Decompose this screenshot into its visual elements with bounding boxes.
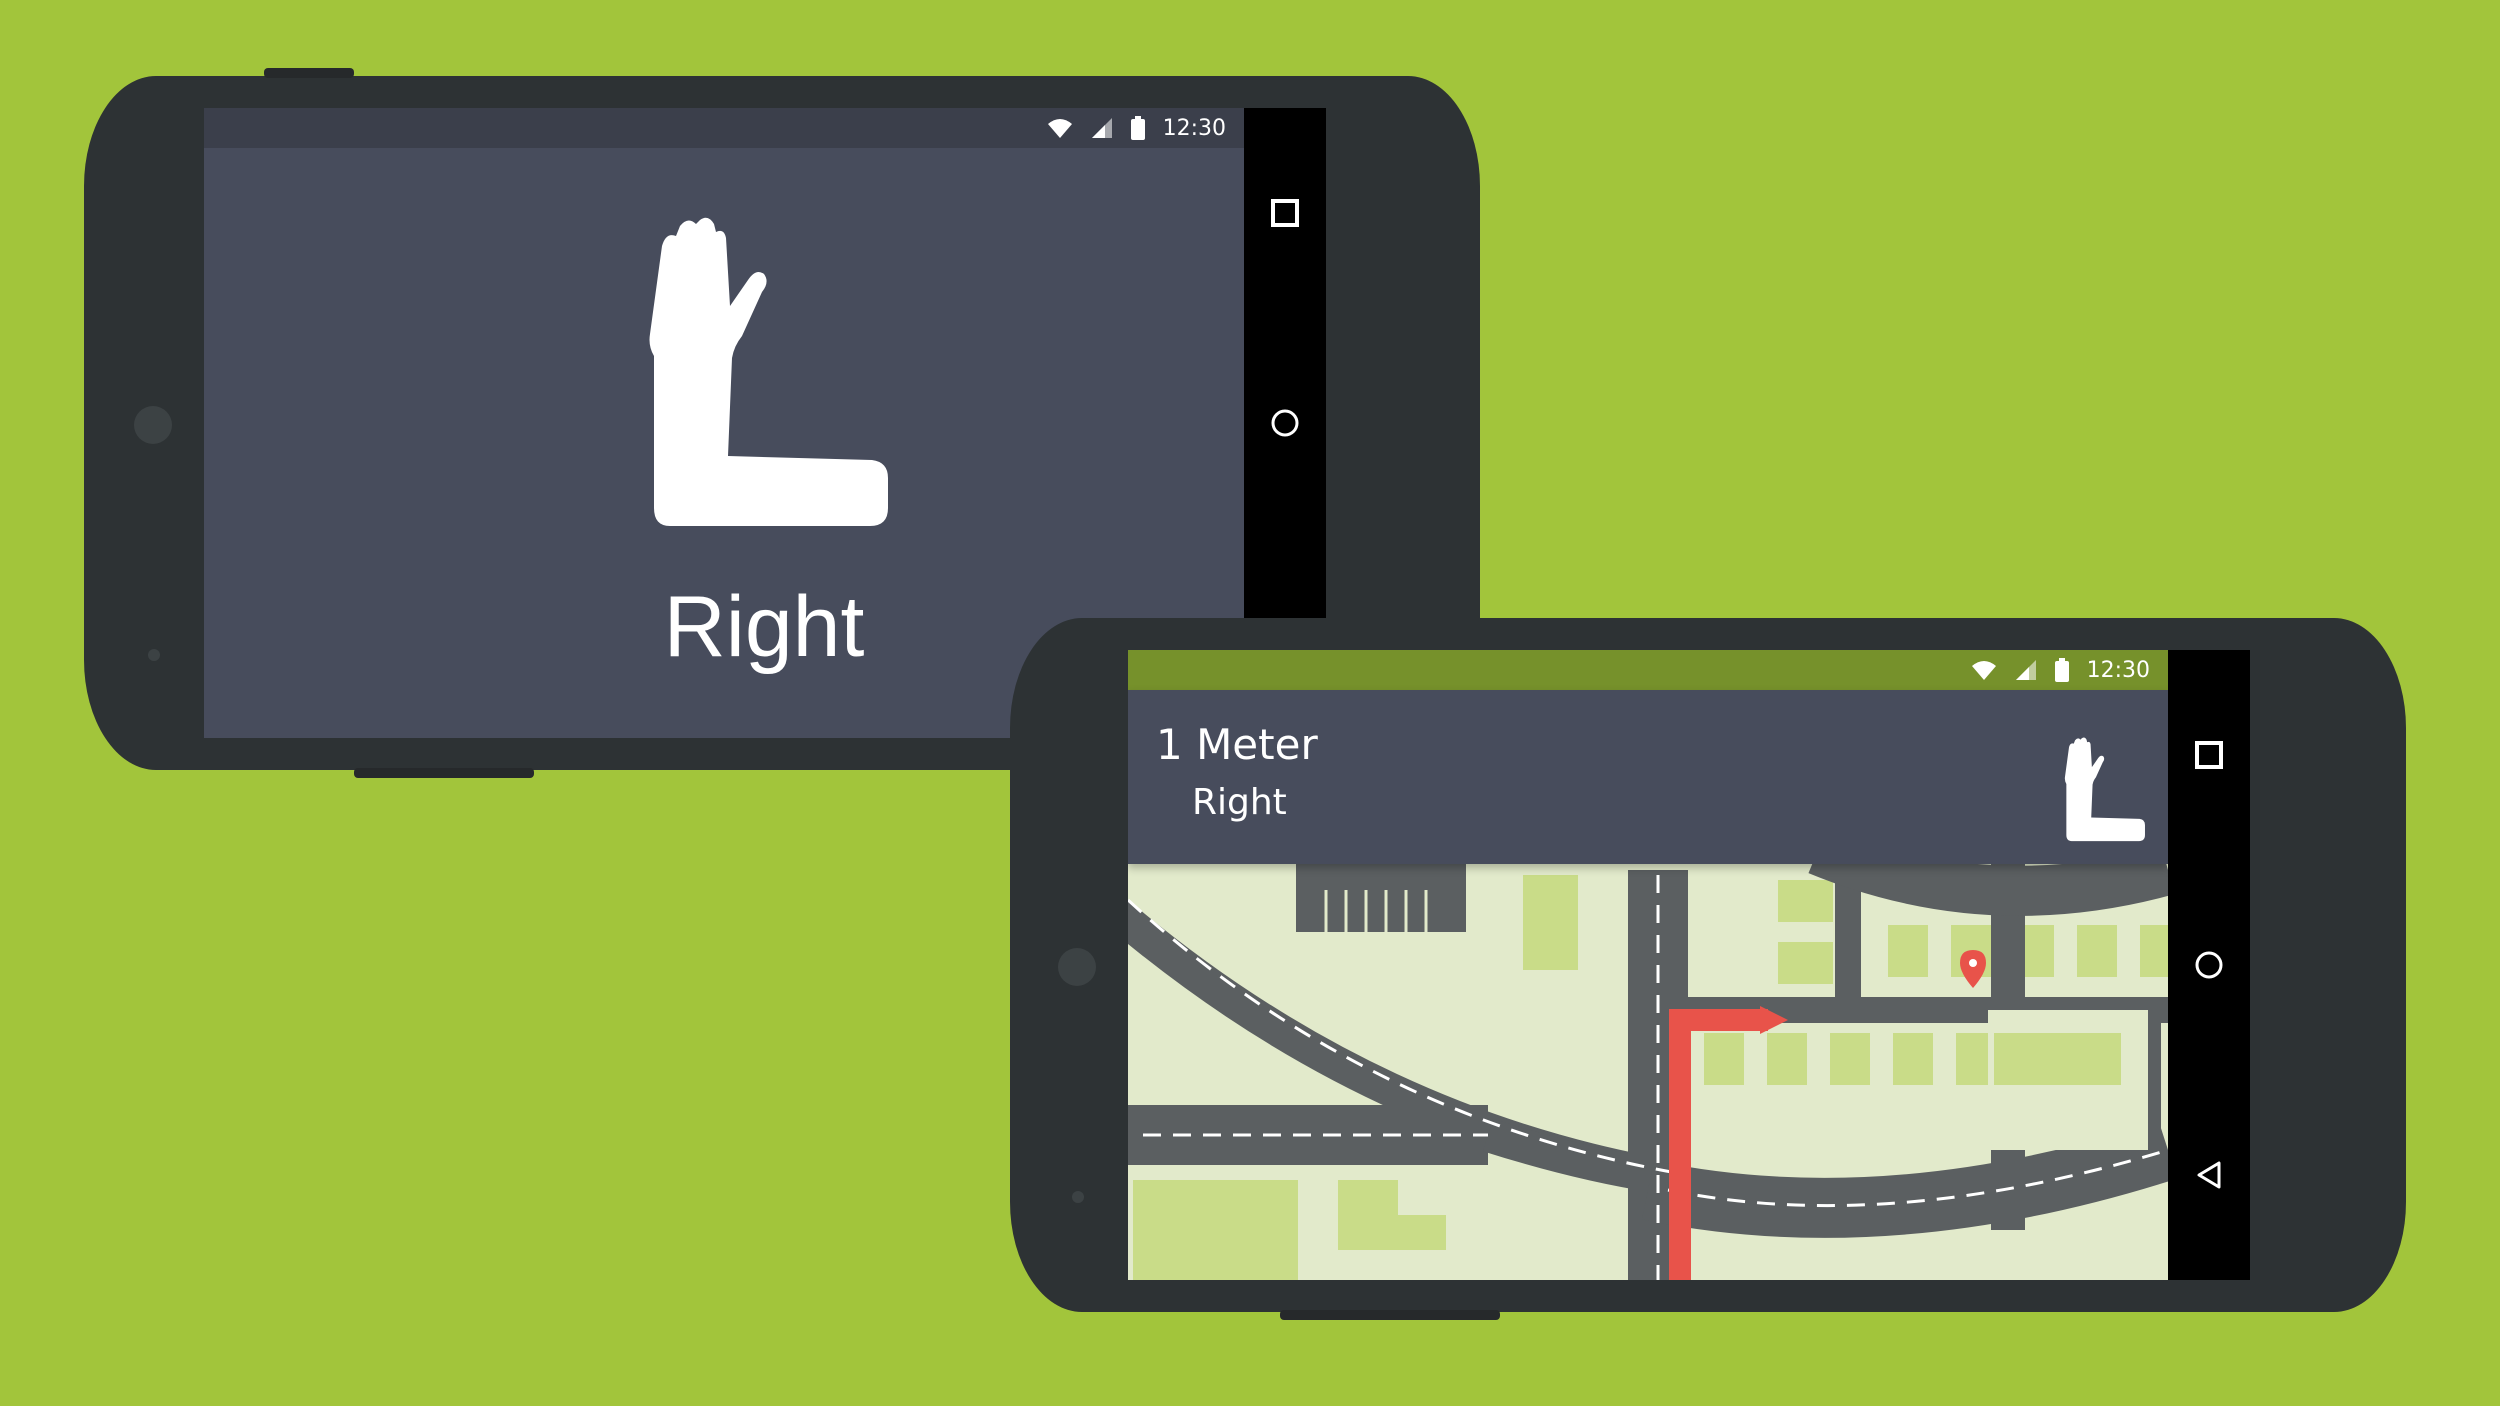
phone-2: 12:30 1 Meter Right: [1010, 618, 2406, 1320]
sensor: [1072, 1191, 1084, 1203]
home-icon: [2195, 951, 2223, 979]
screen-2: 12:30 1 Meter Right: [1128, 650, 2250, 1280]
navigation-bar: [2168, 650, 2250, 1280]
instruction-distance: 1 Meter: [1156, 720, 1318, 769]
status-time: 12:30: [1162, 115, 1226, 141]
right-turn-hand-signal-icon: [2064, 737, 2145, 842]
home-button[interactable]: [1265, 403, 1305, 443]
wifi-icon: [1047, 117, 1073, 139]
turn-gesture-graphic: [644, 196, 894, 550]
wifi-icon: [1971, 659, 1997, 681]
recent-apps-button[interactable]: [2189, 735, 2229, 775]
instruction-card: 1 Meter Right: [1128, 690, 2168, 864]
status-bar: 12:30: [204, 108, 1244, 148]
volume-button: [354, 768, 534, 778]
power-button: [264, 68, 354, 78]
status-bar: 12:30: [1128, 650, 2168, 690]
signal-icon: [2015, 659, 2037, 681]
recent-apps-icon: [2195, 741, 2223, 769]
signal-icon: [1091, 117, 1113, 139]
status-time: 12:30: [2086, 657, 2150, 683]
battery-icon: [1130, 116, 1145, 140]
back-icon: [2197, 1161, 2221, 1189]
instruction-label: Right: [663, 579, 865, 675]
home-icon: [1271, 409, 1299, 437]
recent-apps-button[interactable]: [1265, 193, 1305, 233]
front-camera: [134, 406, 172, 444]
front-camera: [1058, 948, 1096, 986]
right-turn-hand-signal-icon: [649, 217, 888, 526]
sensor: [148, 649, 160, 661]
battery-icon: [2054, 658, 2069, 682]
volume-button: [1280, 1310, 1500, 1320]
instruction-direction: Right: [1192, 782, 1287, 823]
recent-apps-icon: [1271, 199, 1299, 227]
home-button[interactable]: [2189, 945, 2229, 985]
back-button[interactable]: [2189, 1155, 2229, 1195]
